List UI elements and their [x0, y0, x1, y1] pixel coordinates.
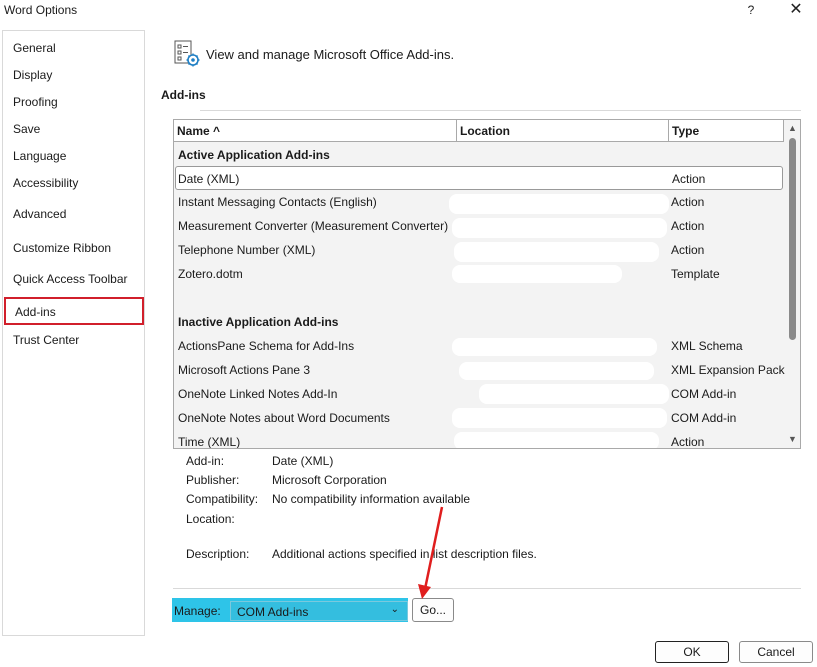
row-type: Action: [671, 243, 705, 257]
divider: [200, 110, 801, 111]
redaction-mark: [449, 194, 669, 214]
row-type: Action: [671, 435, 705, 449]
redaction-mark: [479, 384, 669, 404]
detail-value-addin: Date (XML): [272, 454, 334, 468]
redaction-mark: [464, 171, 614, 187]
column-header-name[interactable]: Name ^: [174, 120, 457, 142]
detail-label-publisher: Publisher:: [186, 473, 240, 487]
detail-label-location: Location:: [186, 512, 235, 526]
row-name: Time (XML): [178, 435, 241, 449]
sidebar-item-accessibility[interactable]: Accessibility: [13, 176, 78, 190]
manage-dropdown[interactable]: COM Add-ins ⌄: [230, 601, 408, 621]
scroll-thumb[interactable]: [789, 138, 796, 340]
row-name: Zotero.dotm: [178, 267, 243, 281]
sidebar-item-addins[interactable]: Add-ins: [4, 297, 144, 325]
divider: [173, 588, 801, 589]
row-name: Measurement Converter (Measurement Conve…: [178, 219, 449, 233]
page-heading: View and manage Microsoft Office Add-ins…: [206, 47, 455, 62]
cancel-button[interactable]: Cancel: [739, 641, 813, 663]
sidebar-item-general[interactable]: General: [13, 41, 56, 55]
table-header: Name ^ Location Type: [174, 120, 784, 142]
sidebar-item-quick-access-toolbar[interactable]: Quick Access Toolbar: [13, 272, 128, 286]
manage-selected-value: COM Add-ins: [237, 605, 309, 619]
sidebar-item-advanced[interactable]: Advanced: [13, 207, 66, 221]
row-name: Telephone Number (XML): [178, 243, 316, 257]
sidebar-item-trust-center[interactable]: Trust Center: [13, 333, 79, 347]
chevron-down-icon: ⌄: [390, 604, 399, 615]
row-name: OneNote Notes about Word Documents: [178, 411, 390, 425]
section-title: Add-ins: [161, 88, 206, 102]
redaction-mark: [452, 218, 667, 238]
detail-label-description: Description:: [186, 547, 250, 561]
row-name: Instant Messaging Contacts (English): [178, 195, 377, 209]
sidebar-item-customize-ribbon[interactable]: Customize Ribbon: [13, 241, 111, 255]
detail-label-compatibility: Compatibility:: [186, 492, 259, 506]
detail-value-publisher: Microsoft Corporation: [272, 473, 387, 487]
scroll-up-icon[interactable]: ▲: [788, 123, 797, 133]
row-name: ActionsPane Schema for Add-Ins: [178, 339, 355, 353]
row-name: OneNote Linked Notes Add-In: [178, 387, 338, 401]
sidebar-item-proofing[interactable]: Proofing: [13, 95, 58, 109]
row-name: Date (XML): [178, 172, 240, 186]
row-type: Action: [671, 219, 705, 233]
addins-list-gear-icon: [174, 40, 200, 67]
redaction-mark: [452, 265, 622, 283]
title-bar: Word Options ? ✕: [0, 0, 817, 22]
group-label: Inactive Application Add-ins: [178, 315, 339, 329]
detail-value-compatibility: No compatibility information available: [272, 492, 471, 506]
sidebar-item-save[interactable]: Save: [13, 122, 40, 136]
sidebar-item-display[interactable]: Display: [13, 68, 52, 82]
row-type: XML Schema: [671, 339, 743, 353]
redaction-mark: [454, 432, 659, 448]
go-button[interactable]: Go...: [412, 598, 454, 622]
window-title: Word Options: [4, 3, 78, 17]
detail-label-addin: Add-in:: [186, 454, 225, 468]
row-type: COM Add-in: [671, 387, 737, 401]
row-type: XML Expansion Pack: [671, 363, 785, 377]
help-button[interactable]: ?: [740, 1, 762, 19]
column-header-type[interactable]: Type: [669, 120, 784, 142]
sidebar-item-label: Add-ins: [15, 305, 56, 319]
column-header-location[interactable]: Location: [457, 120, 669, 142]
detail-value-description: Additional actions specified in list des…: [272, 547, 537, 561]
row-name: Microsoft Actions Pane 3: [178, 363, 311, 377]
redaction-mark: [454, 242, 659, 262]
manage-label: Manage:: [174, 604, 221, 618]
group-label: Active Application Add-ins: [178, 148, 330, 162]
group-header: Active Application Add-ins: [174, 143, 784, 167]
ok-button[interactable]: OK: [655, 641, 729, 663]
row-type: Action: [672, 172, 706, 186]
sidebar-item-language[interactable]: Language: [13, 149, 66, 163]
redaction-mark: [459, 362, 654, 380]
sidebar: General Display Proofing Save Language A…: [2, 30, 145, 636]
row-type: COM Add-in: [671, 411, 737, 425]
vertical-scrollbar[interactable]: ▲ ▼: [785, 120, 800, 448]
group-header: Inactive Application Add-ins: [174, 310, 784, 334]
row-type: Action: [671, 195, 705, 209]
redaction-mark: [452, 338, 657, 356]
redaction-mark: [452, 408, 667, 428]
row-type: Template: [671, 267, 720, 281]
close-icon[interactable]: ✕: [785, 1, 807, 19]
addins-table[interactable]: Name ^ Location Type Active Application …: [173, 119, 801, 449]
scroll-down-icon[interactable]: ▼: [788, 434, 797, 444]
